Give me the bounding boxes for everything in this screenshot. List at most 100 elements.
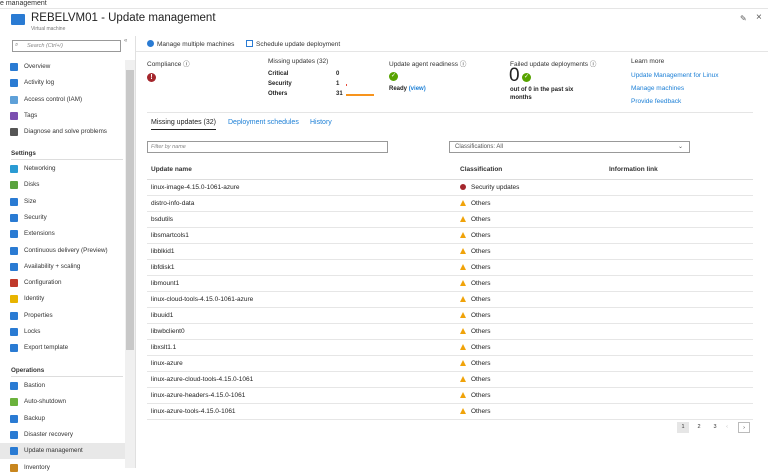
sidebar-item-bastion[interactable]: Bastion (0, 378, 125, 394)
sidebar-item-label: Access control (IAM) (24, 95, 83, 103)
table-row[interactable]: linux-image-4.15.0-1061-azure Security up… (147, 180, 753, 196)
sidebar-item-label: Backup (24, 414, 46, 422)
missing-security-bar (346, 84, 347, 86)
sidebar-item-access-control-iam[interactable]: Access control (IAM) (0, 92, 125, 108)
sidebar-item-label: Availability + scaling (24, 262, 81, 270)
table-row[interactable]: linux-azure Others (147, 356, 753, 372)
table-row[interactable]: libfdisk1 Others (147, 260, 753, 276)
view-agent-link[interactable]: (view) (409, 86, 426, 92)
tab-missing-updates[interactable]: Missing updates (32) (151, 119, 216, 130)
sidebar-item-auto-shutdown[interactable]: Auto-shutdown (0, 394, 125, 410)
missing-critical-label: Critical (268, 71, 289, 77)
compliance-label: Compliance ⓘ (147, 61, 190, 68)
page-2-button[interactable]: 2 (693, 422, 705, 433)
sidebar-search-input[interactable]: Search (Ctrl+/) (12, 40, 121, 52)
table-row[interactable]: libwbclient0 Others (147, 324, 753, 340)
column-header-information-link[interactable]: Information link (609, 166, 658, 180)
page-1-button[interactable]: 1 (677, 422, 689, 433)
continuous-delivery-preview-icon (10, 246, 18, 255)
table-row[interactable]: libblkid1 Others (147, 244, 753, 260)
sidebar-item-label: Extensions (24, 230, 55, 238)
divider (147, 112, 753, 113)
page-3-button[interactable]: 3 (709, 422, 721, 433)
sidebar-scroll-thumb[interactable] (126, 70, 134, 350)
table-row[interactable]: linux-azure-tools-4.15.0-1061 Others (147, 404, 753, 420)
classification: Others (460, 276, 491, 292)
export-template-icon (10, 344, 18, 353)
update-name: libsmartcols1 (151, 232, 189, 239)
next-page-button[interactable]: › (738, 422, 750, 433)
sidebar-item-disaster-recovery[interactable]: Disaster recovery (0, 427, 125, 443)
table-row[interactable]: bsdutils Others (147, 212, 753, 228)
table-row[interactable]: libsmartcols1 Others (147, 228, 753, 244)
sidebar-item-overview[interactable]: Overview (0, 59, 125, 75)
column-header-classification[interactable]: Classification (460, 166, 502, 180)
bastion-icon (10, 382, 18, 390)
column-header-update-name[interactable]: Update name (151, 166, 192, 180)
tab-deployment-schedules[interactable]: Deployment schedules (228, 119, 299, 126)
sidebar-item-networking[interactable]: Networking (0, 161, 125, 177)
sidebar-item-backup[interactable]: Backup (0, 411, 125, 427)
sidebar-item-diagnose-and-solve-problems[interactable]: Diagnose and solve problems (0, 124, 125, 140)
classification: Others (460, 292, 491, 308)
sidebar-item-tags[interactable]: Tags (0, 108, 125, 124)
missing-others-bar (346, 94, 374, 96)
classifications-dropdown[interactable]: Classifications: All ⌄ (449, 141, 690, 153)
update-management-linux-link[interactable]: Update Management for Linux (631, 72, 718, 79)
tags-icon (10, 111, 18, 120)
table-row[interactable]: libxslt1.1 Others (147, 340, 753, 356)
update-name: libblkid1 (151, 248, 175, 255)
update-management-icon (10, 447, 18, 456)
diagnose-and-solve-problems-icon (10, 128, 18, 137)
schedule-update-deployment-button[interactable]: Schedule update deployment (246, 40, 340, 48)
table-row[interactable]: linux-cloud-tools-4.15.0-1061-azure Other… (147, 292, 753, 308)
sidebar-item-identity[interactable]: Identity (0, 291, 125, 307)
tab-history[interactable]: History (310, 119, 332, 126)
page-title: REBELVM01 - Update management (31, 12, 216, 24)
sidebar-item-update-management[interactable]: Update management (0, 443, 125, 460)
collapse-sidebar-icon[interactable]: « (124, 38, 127, 44)
pin-icon[interactable]: ✎ (740, 14, 747, 23)
table-row[interactable]: linux-azure-headers-4.15.0-1061 Others (147, 388, 753, 404)
table-row[interactable]: linux-azure-cloud-tools-4.15.0-1061 Other… (147, 372, 753, 388)
sidebar-group-operations: Operations (11, 367, 45, 374)
sidebar-item-size[interactable]: Size (0, 194, 125, 210)
filter-by-name-input[interactable]: Filter by name (147, 141, 388, 153)
sidebar-item-locks[interactable]: Locks (0, 324, 125, 340)
sidebar-item-activity-log[interactable]: Activity log (0, 75, 125, 91)
sidebar-item-disks[interactable]: Disks (0, 177, 125, 193)
manage-multiple-machines-button[interactable]: Manage multiple machines (147, 40, 234, 48)
provide-feedback-link[interactable]: Provide feedback (631, 98, 681, 105)
sidebar-item-extensions[interactable]: Extensions (0, 226, 125, 242)
classification: Others (460, 340, 491, 356)
sidebar-item-availability-scaling[interactable]: Availability + scaling (0, 259, 125, 275)
divider (11, 159, 123, 160)
manage-machines-link[interactable]: Manage machines (631, 85, 684, 92)
failed-description: out of 0 in the past six months (510, 87, 574, 101)
table-row[interactable]: libuuid1 Others (147, 308, 753, 324)
error-icon: ! (147, 73, 156, 82)
previous-page-button[interactable]: ‹ (721, 422, 733, 433)
update-name: linux-azure-headers-4.15.0-1061 (151, 392, 246, 399)
sidebar-item-continuous-delivery-preview[interactable]: Continuous delivery (Preview) (0, 243, 125, 259)
sidebar-item-label: Continuous delivery (Preview) (24, 246, 108, 254)
classification: Others (460, 388, 491, 404)
sidebar-item-label: Identity (24, 295, 45, 303)
table-row[interactable]: libmount1 Others (147, 276, 753, 292)
table-row[interactable]: distro-info-data Others (147, 196, 753, 212)
warning-icon (460, 376, 466, 382)
agent-readiness-title: Update agent readiness ⓘ (389, 61, 467, 68)
update-name: libuuid1 (151, 312, 174, 319)
sidebar-item-security[interactable]: Security (0, 210, 125, 226)
sidebar-item-configuration[interactable]: Configuration (0, 275, 125, 291)
update-name: linux-azure-tools-4.15.0-1061 (151, 408, 236, 415)
sidebar-item-properties[interactable]: Properties (0, 308, 125, 324)
warning-icon (460, 392, 466, 398)
sidebar-item-label: Auto-shutdown (24, 398, 67, 406)
sidebar-item-export-template[interactable]: Export template (0, 340, 125, 356)
page-subtitle: Virtual machine (31, 26, 66, 32)
extensions-icon (10, 230, 18, 239)
update-name: linux-cloud-tools-4.15.0-1061-azure (151, 296, 254, 303)
close-icon[interactable]: × (756, 12, 762, 23)
missing-security-label: Security (268, 81, 292, 87)
